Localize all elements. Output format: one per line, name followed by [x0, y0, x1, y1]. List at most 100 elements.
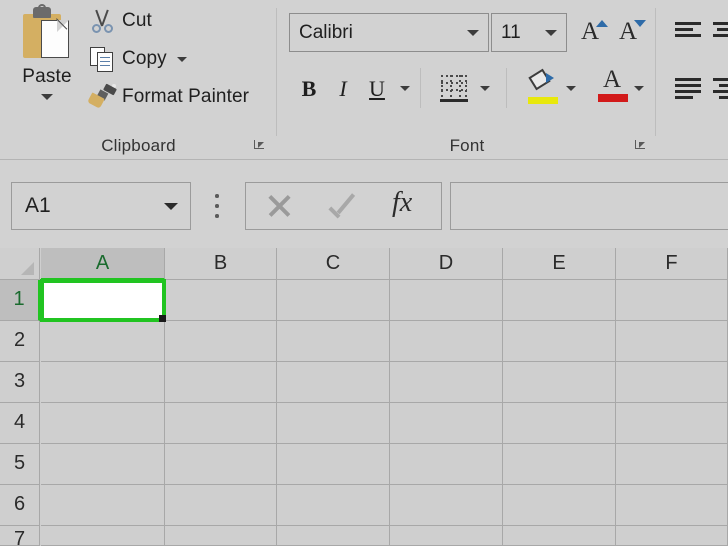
- row-header-6[interactable]: 6: [0, 485, 40, 526]
- cell-A5[interactable]: [41, 444, 165, 485]
- decrease-font-size-button[interactable]: A: [616, 14, 650, 50]
- cell-C1[interactable]: [277, 280, 390, 321]
- cell-E4[interactable]: [503, 403, 616, 444]
- cell-D1[interactable]: [390, 280, 503, 321]
- cell-B4[interactable]: [165, 403, 277, 444]
- align-left-button[interactable]: [671, 16, 705, 50]
- copy-button[interactable]: Copy: [88, 40, 274, 78]
- cell-C4[interactable]: [277, 403, 390, 444]
- enter-formula-button[interactable]: [311, 183, 376, 229]
- cell-C6[interactable]: [277, 485, 390, 526]
- cell-E5[interactable]: [503, 444, 616, 485]
- paste-dropdown-caret-icon[interactable]: [41, 94, 53, 100]
- row-header-3[interactable]: 3: [0, 362, 40, 403]
- cell-F2[interactable]: [616, 321, 728, 362]
- font-dialog-launcher-icon[interactable]: [635, 138, 648, 151]
- insert-function-button[interactable]: fx: [376, 183, 441, 229]
- paste-button[interactable]: Paste: [8, 2, 86, 126]
- formula-action-buttons: fx: [245, 182, 442, 230]
- cell-B7[interactable]: [165, 526, 277, 546]
- clipboard-dialog-launcher-icon[interactable]: [254, 138, 267, 151]
- cell-B6[interactable]: [165, 485, 277, 526]
- formula-input[interactable]: [450, 182, 728, 230]
- copy-dropdown-caret-icon[interactable]: [176, 56, 187, 62]
- cell-F6[interactable]: [616, 485, 728, 526]
- formula-bar-options-icon[interactable]: [215, 194, 220, 220]
- row-header-7[interactable]: 7: [0, 526, 40, 546]
- underline-dropdown-caret-icon[interactable]: [400, 86, 410, 91]
- align-center-button[interactable]: [709, 16, 728, 50]
- align-right-button[interactable]: [709, 74, 728, 108]
- fill-color-button[interactable]: [526, 68, 562, 108]
- row-header-4[interactable]: 4: [0, 403, 40, 444]
- cell-D4[interactable]: [390, 403, 503, 444]
- italic-button[interactable]: I: [328, 70, 358, 108]
- cell-E7[interactable]: [503, 526, 616, 546]
- underline-label: U: [369, 76, 385, 101]
- cell-B1[interactable]: [165, 280, 277, 321]
- cell-C2[interactable]: [277, 321, 390, 362]
- cell-F4[interactable]: [616, 403, 728, 444]
- borders-dropdown-caret-icon[interactable]: [480, 86, 490, 91]
- font-name-chevron-down-icon[interactable]: [467, 29, 479, 36]
- format-painter-button[interactable]: Format Painter: [87, 78, 274, 116]
- font-color-button[interactable]: A: [596, 67, 630, 108]
- cut-button[interactable]: Cut: [88, 2, 274, 40]
- column-header-C[interactable]: C: [277, 248, 390, 280]
- name-box[interactable]: A1: [11, 182, 191, 230]
- row-header-1[interactable]: 1: [0, 280, 40, 321]
- underline-button[interactable]: U: [362, 70, 392, 108]
- cell-E2[interactable]: [503, 321, 616, 362]
- cell-A7[interactable]: [41, 526, 165, 546]
- ribbon-group-clipboard: Paste Cut Copy Format Painter Clipboard: [0, 0, 277, 159]
- borders-button[interactable]: [438, 72, 472, 106]
- cell-D2[interactable]: [390, 321, 503, 362]
- column-header-B[interactable]: B: [165, 248, 277, 280]
- font-divider: [506, 68, 507, 108]
- column-header-F[interactable]: F: [616, 248, 728, 280]
- cell-E1[interactable]: [503, 280, 616, 321]
- cell-A3[interactable]: [41, 362, 165, 403]
- cell-E3[interactable]: [503, 362, 616, 403]
- cell-F3[interactable]: [616, 362, 728, 403]
- cell-E6[interactable]: [503, 485, 616, 526]
- cancel-formula-button[interactable]: [246, 183, 311, 229]
- font-name-combobox[interactable]: Calibri: [289, 13, 489, 52]
- cell-F7[interactable]: [616, 526, 728, 546]
- column-header-D[interactable]: D: [390, 248, 503, 280]
- cell-C7[interactable]: [277, 526, 390, 546]
- increase-font-size-button[interactable]: A: [578, 14, 612, 50]
- fill-color-dropdown-caret-icon[interactable]: [566, 86, 576, 91]
- arrow-up-icon: [596, 20, 608, 27]
- fill-handle[interactable]: [159, 315, 166, 322]
- cell-D3[interactable]: [390, 362, 503, 403]
- font-color-dropdown-caret-icon[interactable]: [634, 86, 644, 91]
- column-header-E[interactable]: E: [503, 248, 616, 280]
- cell-B2[interactable]: [165, 321, 277, 362]
- cell-A2[interactable]: [41, 321, 165, 362]
- row-header-5[interactable]: 5: [0, 444, 40, 485]
- font-size-combobox[interactable]: 11: [491, 13, 567, 52]
- cell-C3[interactable]: [277, 362, 390, 403]
- cell-B5[interactable]: [165, 444, 277, 485]
- cell-A4[interactable]: [41, 403, 165, 444]
- cell-A6[interactable]: [41, 485, 165, 526]
- font-size-chevron-down-icon[interactable]: [545, 29, 557, 36]
- name-box-chevron-down-icon[interactable]: [164, 202, 178, 210]
- cell-D6[interactable]: [390, 485, 503, 526]
- font-size-value: 11: [501, 21, 521, 43]
- cell-F5[interactable]: [616, 444, 728, 485]
- active-cell-A1[interactable]: [40, 279, 166, 322]
- name-box-value: A1: [25, 194, 51, 217]
- bold-button[interactable]: B: [294, 70, 324, 108]
- cell-D5[interactable]: [390, 444, 503, 485]
- select-all-button[interactable]: [0, 248, 40, 280]
- cell-C5[interactable]: [277, 444, 390, 485]
- align-justify-button[interactable]: [671, 74, 705, 108]
- column-header-A[interactable]: A: [41, 248, 165, 280]
- font-name-value: Calibri: [299, 21, 353, 43]
- cell-B3[interactable]: [165, 362, 277, 403]
- cell-D7[interactable]: [390, 526, 503, 546]
- cell-F1[interactable]: [616, 280, 728, 321]
- row-header-2[interactable]: 2: [0, 321, 40, 362]
